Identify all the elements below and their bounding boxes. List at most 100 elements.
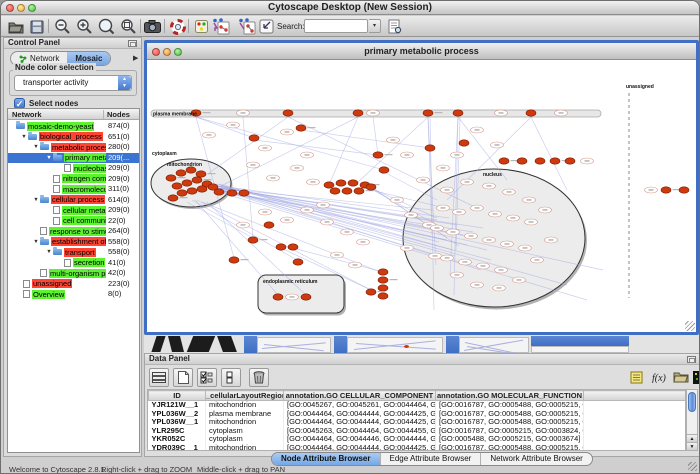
- import-attributes-icon[interactable]: [673, 369, 689, 385]
- tree-row[interactable]: nucleobase-209(0): [8, 163, 139, 174]
- table-scrollbar[interactable]: ▲ ▼: [686, 389, 698, 451]
- node-label-text: [305, 209, 310, 210]
- help-icon[interactable]: [168, 17, 187, 36]
- node-label-text: [207, 134, 212, 135]
- node-label-text: [433, 255, 438, 256]
- view-resize-grip[interactable]: [685, 321, 695, 331]
- tree-row[interactable]: multi-organism pro42(0): [8, 268, 139, 279]
- notes-icon[interactable]: [628, 369, 644, 385]
- window-resize-grip[interactable]: [688, 462, 697, 471]
- table-row[interactable]: YJR121W__1mitochondrion[GO:0045267, GO:0…: [149, 401, 687, 410]
- tab-edge-attribute-browser[interactable]: Edge Attribute Browser: [381, 453, 482, 465]
- node-label-text: [208, 173, 216, 174]
- node-color-selection-legend: Node color selection: [13, 63, 96, 72]
- file-icon: [64, 259, 71, 267]
- node-label-text: [475, 129, 480, 130]
- graph-node-selected: [373, 152, 383, 158]
- unselect-attributes-icon[interactable]: [221, 368, 241, 387]
- tree-row[interactable]: response to stimulu264(0): [8, 226, 139, 237]
- tree-row[interactable]: Overview8(0): [8, 289, 139, 300]
- folder-icon: [40, 144, 49, 150]
- network-graph[interactable]: plasma membranecytoplasmmitochondrionnuc…: [147, 60, 696, 332]
- tree-col-network[interactable]: Network: [12, 110, 42, 119]
- table-column-header[interactable]: annotation.GO MOLECULAR_FUNCTION: [436, 391, 584, 401]
- dropdown-stepper-icon: ▲▼: [118, 76, 131, 90]
- node-color-dropdown[interactable]: transporter activity ▲▼: [14, 75, 132, 91]
- network-view-titlebar[interactable]: primary metabolic process: [147, 43, 696, 60]
- table-row[interactable]: YPL036W__1mitochondrion[GO:0044464, GO:0…: [149, 418, 687, 427]
- tree-row[interactable]: macromolecule311(0): [8, 184, 139, 195]
- open-session-icon[interactable]: [6, 17, 25, 36]
- annotation-transfer-alt-icon[interactable]: [237, 17, 256, 36]
- tree-row[interactable]: cell communicat22(0): [8, 216, 139, 227]
- zoom-out-icon[interactable]: [53, 17, 72, 36]
- graph-node-selected: [239, 190, 249, 196]
- compartment-label: unassigned: [626, 84, 654, 90]
- select-attributes-icon[interactable]: [197, 368, 217, 387]
- import-network-icon[interactable]: [257, 17, 276, 36]
- new-attribute-icon[interactable]: [173, 368, 193, 387]
- tree-expander-icon[interactable]: ▼: [32, 144, 40, 150]
- table-row[interactable]: YDR039C__1mitochondrion[GO:0044464, GO:0…: [149, 444, 687, 452]
- table-column-header[interactable]: annotation.GO CELLULAR_COMPONENT: [284, 391, 436, 401]
- tree-col-nodes[interactable]: Nodes: [103, 110, 130, 119]
- tree-row[interactable]: nitrogen compo209(0): [8, 174, 139, 185]
- tree-row[interactable]: ▼establishment of lo558(0): [8, 237, 139, 248]
- tree-row[interactable]: ▼biological_process651(0): [8, 132, 139, 143]
- vizmapper-icon[interactable]: [192, 17, 211, 36]
- table-column-header[interactable]: _cellularLayoutRegion: [206, 391, 284, 401]
- tree-row[interactable]: cellular metabol209(0): [8, 205, 139, 216]
- table-column-header[interactable]: [584, 391, 687, 401]
- zoom-selected-icon[interactable]: [119, 17, 138, 36]
- tree-row[interactable]: ▼transport558(0): [8, 247, 139, 258]
- tree-expander-icon[interactable]: ▼: [45, 155, 53, 161]
- tab-node-attribute-browser[interactable]: Node Attribute Browser: [272, 453, 381, 465]
- tree-expander-icon[interactable]: ▼: [45, 249, 53, 255]
- tree-expander-icon[interactable]: ▼: [20, 134, 28, 140]
- attribute-table-icon[interactable]: [149, 368, 169, 387]
- scrollbar-thumb[interactable]: [688, 392, 696, 412]
- node-label-text: [290, 296, 295, 297]
- attribute-table[interactable]: ID_cellularLayoutRegionannotation.GO CEL…: [147, 389, 686, 451]
- tree-row[interactable]: ▼primary metabo209(...: [8, 153, 139, 164]
- scroll-down-icon[interactable]: ▼: [687, 442, 697, 450]
- annotation-transfer-icon[interactable]: [211, 17, 230, 36]
- tree-item-label: cellular process: [51, 195, 105, 204]
- file-icon: [23, 290, 30, 298]
- tree-row[interactable]: mosaic-demo-yeast874(0): [8, 121, 139, 132]
- search-config-icon[interactable]: [385, 17, 404, 36]
- scroll-up-icon[interactable]: ▲: [687, 434, 697, 442]
- table-row[interactable]: YKR052Ccytoplasm[GO:0044464, GO:0044446,…: [149, 435, 687, 444]
- cytoscape-window: Cytoscape Desktop (New Session): [0, 0, 700, 474]
- search-input[interactable]: [304, 19, 368, 33]
- table-cell: plasma membrane: [206, 410, 284, 419]
- tab-overflow-arrow[interactable]: ▶: [133, 54, 138, 62]
- compartment-label: endoplasmic reticulum: [263, 279, 318, 285]
- network-canvas[interactable]: plasma membranecytoplasmmitochondrionnuc…: [147, 60, 696, 332]
- tree-row[interactable]: ▼cellular process614(0): [8, 195, 139, 206]
- tree-expander-icon[interactable]: ▼: [32, 239, 40, 245]
- graph-edge: [192, 200, 297, 260]
- tree-expander-icon[interactable]: ▼: [32, 197, 40, 203]
- zoom-in-icon[interactable]: [75, 17, 94, 36]
- tree-row[interactable]: ▼metabolic process280(0): [8, 142, 139, 153]
- formula-icon[interactable]: f(x): [651, 369, 667, 385]
- graph-node-selected: [324, 182, 334, 188]
- tree-row[interactable]: unassigned223(0): [8, 279, 139, 290]
- node-label-text: [285, 131, 290, 132]
- save-session-icon[interactable]: [27, 17, 46, 36]
- matrix-icon[interactable]: [691, 369, 700, 385]
- float-panel-icon[interactable]: [687, 356, 696, 363]
- snapshot-icon[interactable]: [143, 17, 162, 36]
- tree-row[interactable]: secretion41(0): [8, 258, 139, 269]
- delete-attribute-icon[interactable]: [249, 368, 269, 387]
- tab-network-attribute-browser[interactable]: Network Attribute Browser: [481, 453, 591, 465]
- float-panel-icon[interactable]: [128, 40, 137, 47]
- zoom-fit-icon[interactable]: [97, 17, 116, 36]
- table-column-header[interactable]: ID: [149, 391, 206, 401]
- node-label-text: [178, 177, 186, 178]
- search-dropdown-icon[interactable]: ▾: [369, 19, 381, 33]
- table-row[interactable]: YLR295Ccytoplasm[GO:0045263, GO:0044464,…: [149, 427, 687, 436]
- table-row[interactable]: YPL036W__2plasma membrane[GO:0044464, GO…: [149, 410, 687, 419]
- tree-item-node-count: 223(0): [106, 279, 139, 290]
